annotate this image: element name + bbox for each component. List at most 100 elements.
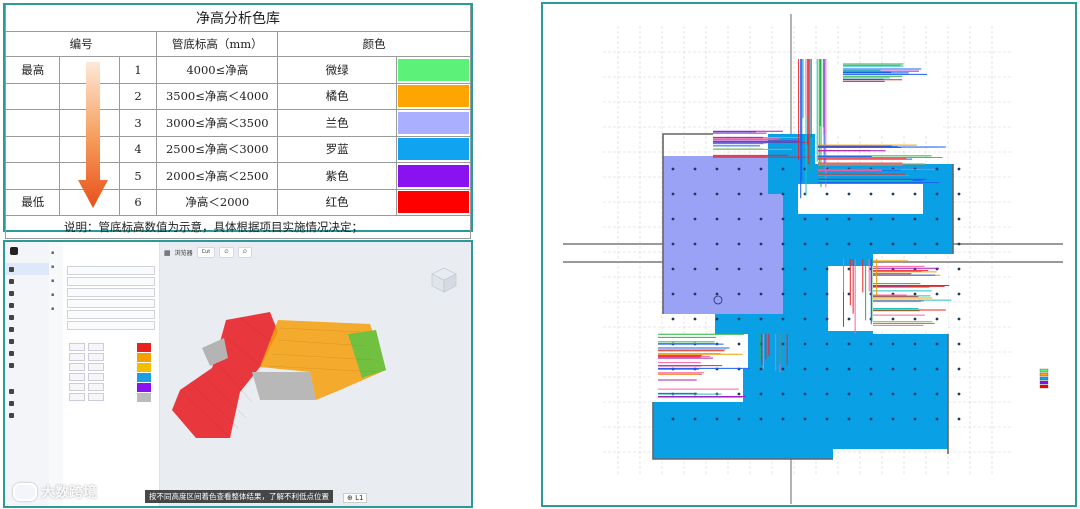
range-input[interactable]: [88, 343, 104, 351]
column-dot: [847, 392, 851, 396]
sidebar-item-4[interactable]: [5, 299, 49, 311]
column-dot: [737, 217, 741, 221]
sidebar-item-1[interactable]: [5, 263, 49, 275]
sidebar-item-2[interactable]: [5, 275, 49, 287]
panel-legend-row[interactable]: [63, 382, 159, 392]
swatch-cell: [395, 109, 472, 137]
level-label: L1: [355, 494, 364, 502]
row-number: 1: [118, 56, 158, 84]
column-dot: [891, 342, 895, 346]
panel-input-5[interactable]: [67, 310, 155, 319]
sidebar-item-12[interactable]: [5, 409, 49, 421]
panel-swatch[interactable]: [137, 372, 151, 382]
3d-viewport[interactable]: ▦ 浏览器 Cut ∅ ∅: [160, 242, 471, 506]
panel-input-4[interactable]: [67, 299, 155, 308]
column-dot: [803, 392, 807, 396]
help-icon: [9, 412, 14, 418]
tree-tab-3[interactable]: ▪: [51, 278, 61, 284]
floor-plan-svg: [563, 14, 1063, 504]
range-input[interactable]: [88, 393, 104, 401]
column-dot: [781, 367, 785, 371]
column-dot: [935, 242, 939, 246]
panel-input-2[interactable]: [67, 277, 155, 286]
panel-input-1[interactable]: [67, 266, 155, 275]
panel-input-6[interactable]: [67, 321, 155, 330]
panel-swatch[interactable]: [137, 342, 151, 352]
swatch-cell: [395, 162, 472, 190]
column-dot: [825, 192, 829, 196]
column-dot: [803, 267, 807, 271]
column-dot: [693, 192, 697, 196]
column-dot: [737, 242, 741, 246]
panel-legend-row[interactable]: [63, 342, 159, 352]
column-dot: [825, 342, 829, 346]
column-dot: [671, 417, 675, 421]
analysis-settings-panel: [63, 242, 160, 506]
panel-legend-row[interactable]: [63, 372, 159, 382]
column-dot: [803, 417, 807, 421]
range-input[interactable]: [69, 383, 85, 391]
level-indicator[interactable]: ⊕ L1: [343, 493, 368, 503]
column-dot: [891, 217, 895, 221]
range-input[interactable]: [69, 343, 85, 351]
panel-legend-row[interactable]: [63, 362, 159, 372]
view-cube-icon[interactable]: [431, 267, 457, 293]
color-swatch: [397, 58, 469, 81]
panel-legend-row[interactable]: [63, 392, 159, 402]
tree-tab-1[interactable]: ▪: [51, 250, 61, 256]
tree-tab-4[interactable]: ▪: [51, 292, 61, 298]
sidebar-item-3[interactable]: [5, 287, 49, 299]
menu-icon: [9, 266, 14, 272]
color-name: 紫色: [277, 162, 397, 190]
column-dot: [957, 242, 961, 246]
sidebar-item-5[interactable]: [5, 311, 49, 323]
range-input[interactable]: [88, 383, 104, 391]
sidebar-item-9[interactable]: [5, 359, 49, 371]
range-input[interactable]: [69, 393, 85, 401]
column-dot: [759, 242, 763, 246]
export-icon: [9, 350, 14, 356]
column-dot: [891, 192, 895, 196]
column-dot: [891, 392, 895, 396]
sidebar-item-6[interactable]: [5, 323, 49, 335]
column-dot: [781, 417, 785, 421]
range-input[interactable]: [69, 353, 85, 361]
panel-swatch[interactable]: [137, 382, 151, 392]
panel-swatch[interactable]: [137, 352, 151, 362]
column-dot: [781, 317, 785, 321]
column-dot: [825, 317, 829, 321]
range-input[interactable]: [88, 363, 104, 371]
range-input[interactable]: [88, 353, 104, 361]
column-dot: [803, 317, 807, 321]
range-input[interactable]: [69, 373, 85, 381]
panel-swatch[interactable]: [137, 392, 151, 402]
sidebar-item-11[interactable]: [5, 397, 49, 409]
color-swatch: [397, 111, 469, 134]
tree-tab-5[interactable]: ▪: [51, 306, 61, 312]
tree-tab-2[interactable]: ▪: [51, 264, 61, 270]
column-dot: [693, 292, 697, 296]
range-input[interactable]: [88, 373, 104, 381]
column-dot: [891, 417, 895, 421]
column-dot: [935, 192, 939, 196]
zone-gray-2: [252, 372, 316, 400]
clearance-range: 3000≤净高＜3500: [156, 109, 279, 137]
column-dot: [847, 417, 851, 421]
column-dot: [803, 367, 807, 371]
column-dot: [737, 392, 741, 396]
clearance-color-legend: 净高分析色库 编号 管底标高（mm） 颜色 最高 1 4000≤净高 微绿 2 3500≤…: [3, 3, 473, 239]
panel-input-3[interactable]: [67, 288, 155, 297]
panel-legend-row[interactable]: [63, 352, 159, 362]
mini-legend-swatch: [1039, 368, 1049, 373]
bim-clearance-app: ▪ ▪ ▪ ▪ ▪ ▦ 浏览器 Cut ∅ ∅ 按不同高度区间着色查看整体结果，…: [3, 240, 473, 508]
sidebar-item-10[interactable]: [5, 385, 49, 397]
sidebar-item-8[interactable]: [5, 347, 49, 359]
column-dot: [869, 242, 873, 246]
column-dot: [737, 342, 741, 346]
mini-legend-swatch: [1039, 384, 1049, 389]
sidebar-item-7[interactable]: [5, 335, 49, 347]
color-name: 微绿: [277, 56, 397, 84]
column-dot: [957, 217, 961, 221]
range-input[interactable]: [69, 363, 85, 371]
panel-swatch[interactable]: [137, 362, 151, 372]
